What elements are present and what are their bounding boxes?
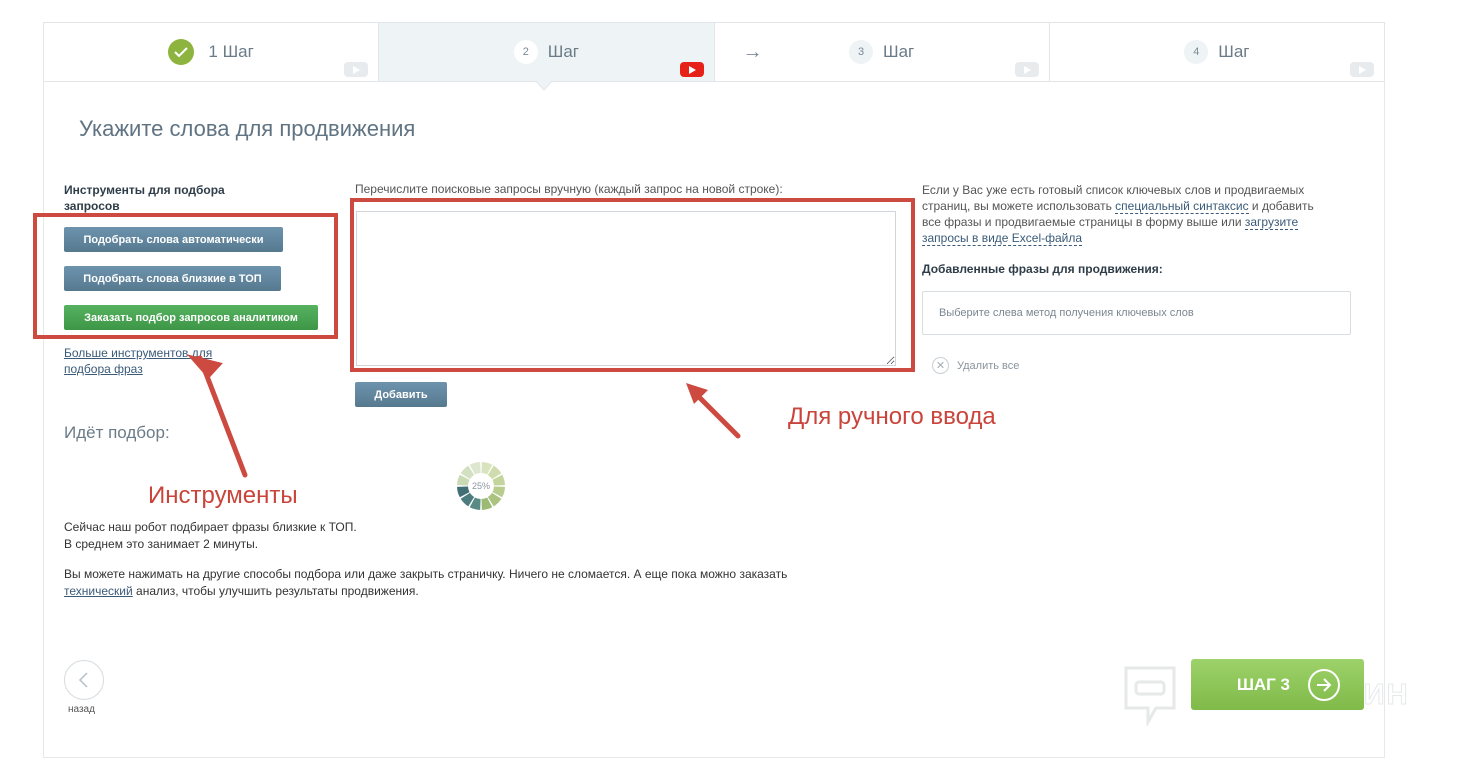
next-step-button[interactable]: ШАГ 3 <box>1191 659 1364 710</box>
tools-annotation: Инструменты <box>148 482 298 509</box>
chevron-left-icon <box>78 672 88 688</box>
arrow-right-circle-icon <box>1308 668 1340 701</box>
back-label: назад <box>68 704 95 715</box>
manual-annotation: Для ручного ввода <box>788 403 996 430</box>
back-button[interactable] <box>64 660 104 700</box>
next-step-label: ШАГ 3 <box>1236 674 1290 694</box>
partnerkin-logo-icon <box>1124 666 1176 726</box>
